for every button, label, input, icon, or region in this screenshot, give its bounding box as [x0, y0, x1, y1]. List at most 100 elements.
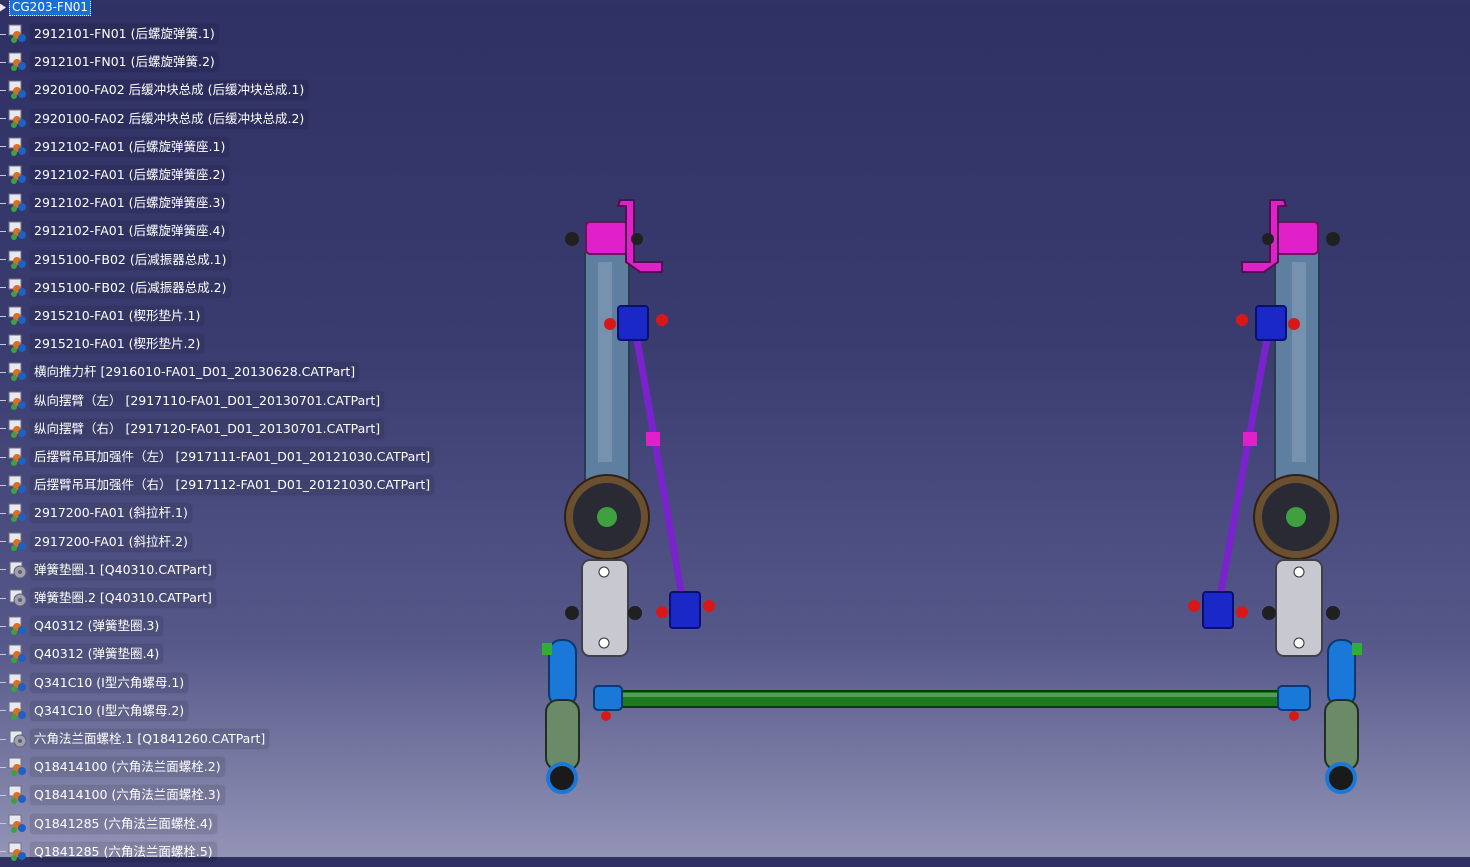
tree-node-label[interactable]: 2920100-FA02 后缓冲块总成 (后缓冲块总成.1)	[31, 81, 308, 100]
product-icon[interactable]	[7, 51, 29, 73]
product-icon[interactable]	[7, 220, 29, 242]
bolt-left-top[interactable]	[565, 232, 579, 246]
product-icon[interactable]	[7, 446, 29, 468]
tree-node-label[interactable]: 2920100-FA02 后缓冲块总成 (后缓冲块总成.2)	[31, 109, 308, 128]
product-icon[interactable]	[7, 23, 29, 45]
panhard-rod-assembly[interactable]	[593, 685, 1311, 721]
tree-node-label[interactable]: 弹簧垫圈.2 [Q40310.CATPart]	[31, 589, 215, 607]
tree-node-label[interactable]: Q40312 (弹簧垫圈.4)	[31, 645, 163, 664]
tree-node-label[interactable]: 2917200-FA01 (斜拉杆.1)	[31, 504, 191, 523]
tree-node[interactable]: 弹簧垫圈.1 [Q40310.CATPart]	[0, 560, 215, 580]
tree-node-label[interactable]: 六角法兰面螺栓.1 [Q1841260.CATPart]	[31, 730, 269, 748]
product-icon[interactable]	[7, 502, 29, 524]
bolt-left-lower[interactable]	[565, 606, 579, 620]
link-end-left-top[interactable]	[617, 305, 649, 341]
tree-node[interactable]: 弹簧垫圈.2 [Q40310.CATPart]	[0, 588, 215, 608]
product-icon[interactable]	[7, 700, 29, 722]
link-end-right-top[interactable]	[1255, 305, 1287, 341]
tree-node-label[interactable]: Q40312 (弹簧垫圈.3)	[31, 617, 163, 636]
bolt-link-left-top-b[interactable]	[656, 314, 668, 326]
tree-node-label[interactable]: 2915210-FA01 (楔形垫片.2)	[31, 335, 204, 354]
tree-node-label[interactable]: Q341C10 (I型六角螺母.1)	[31, 673, 188, 692]
tree-node-label[interactable]: 2915100-FB02 (后减振器总成.1)	[31, 250, 230, 269]
product-icon[interactable]	[7, 615, 29, 637]
tree-node-label[interactable]: 2912102-FA01 (后螺旋弹簧座.1)	[31, 137, 229, 156]
tree-node-label[interactable]: Q18414100 (六角法兰面螺栓.2)	[31, 758, 224, 777]
tree-node[interactable]: Q341C10 (I型六角螺母.1)	[0, 672, 188, 694]
tree-node-label[interactable]: 后摆臂吊耳加强件（左） [2917111-FA01_D01_20121030.C…	[31, 448, 434, 466]
tree-node-label[interactable]: 横向推力杆 [2916010-FA01_D01_20130628.CATPart…	[31, 363, 359, 382]
diagonal-link-left[interactable]	[630, 318, 688, 612]
tree-node[interactable]: 2917200-FA01 (斜拉杆.1)	[0, 503, 191, 523]
bolt-link-right-top-a[interactable]	[1236, 314, 1248, 326]
shock-absorber-right-lower[interactable]	[1324, 699, 1359, 771]
bolt-right-top[interactable]	[1326, 232, 1340, 246]
tree-node-label[interactable]: Q341C10 (I型六角螺母.2)	[31, 701, 188, 720]
tree-node-label[interactable]: 2912101-FN01 (后螺旋弹簧.2)	[31, 53, 218, 72]
tree-node-label[interactable]: 2912102-FA01 (后螺旋弹簧座.2)	[31, 166, 229, 184]
bolt-link-right-bottom-b[interactable]	[1236, 606, 1248, 618]
part-icon[interactable]	[7, 559, 29, 581]
tree-node[interactable]: 2912101-FN01 (后螺旋弹簧.2)	[0, 52, 218, 72]
tree-node-label[interactable]: 2912101-FN01 (后螺旋弹簧.1)	[31, 25, 218, 43]
tree-node[interactable]: 后摆臂吊耳加强件（左） [2917111-FA01_D01_20121030.C…	[0, 446, 434, 468]
nut-left-top[interactable]	[631, 233, 643, 245]
tree-node[interactable]: 2920100-FA02 后缓冲块总成 (后缓冲块总成.1)	[0, 79, 308, 101]
tree-node-label[interactable]: 2915210-FA01 (楔形垫片.1)	[31, 307, 204, 325]
product-icon[interactable]	[7, 108, 29, 130]
tree-node[interactable]: 2917200-FA01 (斜拉杆.2)	[0, 532, 191, 552]
panhard-rod-end-right[interactable]	[1277, 685, 1311, 711]
tree-node[interactable]: Q341C10 (I型六角螺母.2)	[0, 700, 188, 722]
bolt-link-right-bottom-a[interactable]	[1188, 600, 1200, 612]
tree-node[interactable]: 2915210-FA01 (楔形垫片.1)	[0, 306, 204, 326]
product-icon[interactable]	[7, 813, 29, 835]
shock-absorber-right-eye[interactable]	[1325, 762, 1357, 794]
tree-node[interactable]: 纵向摆臂（右） [2917120-FA01_D01_20130701.CATPa…	[0, 419, 384, 439]
tree-node[interactable]: Q1841285 (六角法兰面螺栓.4)	[0, 814, 216, 834]
tree-node-label[interactable]: Q1841285 (六角法兰面螺栓.5)	[31, 842, 216, 861]
bolt-link-right-top-b[interactable]	[1288, 318, 1300, 330]
tree-node-label[interactable]: 弹簧垫圈.1 [Q40310.CATPart]	[31, 560, 215, 579]
tree-node-label[interactable]: 2912102-FA01 (后螺旋弹簧座.4)	[31, 222, 229, 241]
product-icon[interactable]	[7, 164, 29, 186]
link-end-right-bottom[interactable]	[1202, 591, 1234, 629]
tree-node[interactable]: 六角法兰面螺栓.1 [Q1841260.CATPart]	[0, 729, 269, 749]
tree-node[interactable]: Q1841285 (六角法兰面螺栓.5)	[0, 842, 216, 862]
tree-node-label[interactable]: 后摆臂吊耳加强件（右） [2917112-FA01_D01_20121030.C…	[31, 476, 434, 495]
panhard-bolt-right[interactable]	[1289, 711, 1299, 721]
tree-node-label[interactable]: 纵向摆臂（右） [2917120-FA01_D01_20130701.CATPa…	[31, 419, 384, 438]
tree-node[interactable]: 2912102-FA01 (后螺旋弹簧座.3)	[0, 193, 229, 213]
product-icon[interactable]	[7, 249, 29, 271]
bushing-left-top[interactable]	[585, 221, 629, 255]
product-icon[interactable]	[7, 474, 29, 496]
product-icon[interactable]	[7, 79, 29, 101]
shock-absorber-left-upper[interactable]	[548, 639, 577, 707]
tree-node[interactable]: Q40312 (弹簧垫圈.4)	[0, 643, 163, 665]
bushing-right-top[interactable]	[1275, 221, 1319, 255]
panhard-bolt-left[interactable]	[601, 711, 611, 721]
tree-node[interactable]: 2915100-FB02 (后减振器总成.2)	[0, 278, 230, 298]
tree-node[interactable]: 纵向摆臂（左） [2917110-FA01_D01_20130701.CATPa…	[0, 390, 384, 412]
bolt-link-left-bottom-a[interactable]	[656, 606, 668, 618]
shock-absorber-right-upper[interactable]	[1327, 639, 1356, 707]
product-icon[interactable]	[7, 277, 29, 299]
tree-node-label[interactable]: 2917200-FA01 (斜拉杆.2)	[31, 532, 191, 551]
nut-left-lower[interactable]	[628, 606, 642, 620]
shock-absorber-left-lower[interactable]	[545, 699, 580, 771]
product-icon[interactable]	[7, 672, 29, 694]
tree-node-label[interactable]: Q18414100 (六角法兰面螺栓.3)	[31, 786, 224, 805]
link-end-left-bottom[interactable]	[669, 591, 701, 629]
tree-node-label[interactable]: 2915100-FB02 (后减振器总成.2)	[31, 278, 230, 297]
bolt-link-left-bottom-b[interactable]	[703, 600, 715, 612]
tree-node[interactable]: Q40312 (弹簧垫圈.3)	[0, 615, 163, 637]
tree-node-label[interactable]: 纵向摆臂（左） [2917110-FA01_D01_20130701.CATPa…	[31, 391, 384, 410]
nut-right-lower[interactable]	[1262, 606, 1276, 620]
tree-node-label[interactable]: 2912102-FA01 (后螺旋弹簧座.3)	[31, 194, 229, 213]
tree-node[interactable]: 2912102-FA01 (后螺旋弹簧座.1)	[0, 137, 229, 157]
part-icon[interactable]	[7, 587, 29, 609]
product-icon[interactable]	[7, 756, 29, 778]
tree-node[interactable]: 2912102-FA01 (后螺旋弹簧座.2)	[0, 164, 229, 186]
product-icon[interactable]	[7, 333, 29, 355]
product-icon[interactable]	[7, 390, 29, 412]
product-icon[interactable]	[7, 643, 29, 665]
